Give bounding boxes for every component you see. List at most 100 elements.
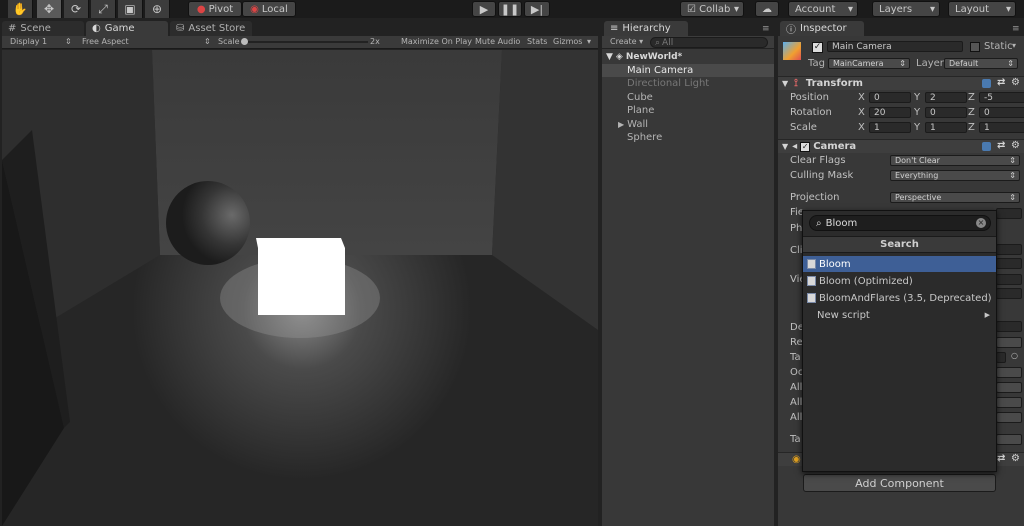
tag-label: Tag <box>808 58 825 69</box>
help-book-icon[interactable] <box>982 79 991 88</box>
dropdown-peek[interactable] <box>996 337 1022 348</box>
clear-flags-dropdown[interactable]: Don't Clear ⇕ <box>890 155 1020 166</box>
chevron-updown-icon: ⇕ <box>65 37 72 46</box>
field-peek[interactable] <box>996 208 1022 219</box>
gear-icon[interactable]: ⚙ <box>1011 140 1020 151</box>
collab-dropdown[interactable]: ☑ Collab ▾ <box>680 1 744 17</box>
transform-x-field[interactable]: 0 <box>869 92 911 103</box>
play-button[interactable]: ▶ <box>472 1 496 17</box>
tab-hierarchy[interactable]: ≡ Hierarchy <box>604 21 688 36</box>
popup-item[interactable]: Bloom <box>803 256 996 272</box>
hierarchy-search-input[interactable]: ⌕ All <box>650 37 768 48</box>
culling-mask-dropdown[interactable]: Everything ⇕ <box>890 170 1020 181</box>
layers-dropdown[interactable]: Layers ▾ <box>872 1 940 17</box>
field-peek[interactable] <box>996 258 1022 269</box>
clear-search-icon[interactable]: × <box>976 218 986 228</box>
transform-z-field[interactable]: 0 <box>979 107 1024 118</box>
field-peek[interactable] <box>996 352 1006 363</box>
display-dropdown[interactable]: Display 1 <box>10 37 47 46</box>
transform-y-field[interactable]: 2 <box>925 92 967 103</box>
add-component-button[interactable]: Add Component <box>803 474 996 492</box>
dropdown-peek[interactable] <box>996 434 1022 445</box>
hierarchy-item-label: Cube <box>627 92 653 103</box>
transform-z-field[interactable]: 1 <box>979 122 1024 133</box>
scene-render <box>2 50 598 526</box>
aspect-dropdown[interactable]: Free Aspect <box>82 37 129 46</box>
create-dropdown[interactable]: Create ▾ <box>610 37 643 46</box>
popup-header-label: Search <box>880 239 919 250</box>
tab-game[interactable]: ◐ Game <box>86 21 168 36</box>
panel-menu-icon[interactable]: ≡ <box>1012 24 1020 34</box>
camera-header[interactable]: ▼ ◂ ✓ Camera ⇄ ⚙ <box>778 139 1024 153</box>
projection-dropdown[interactable]: Perspective ⇕ <box>890 192 1020 203</box>
dropdown-peek[interactable] <box>996 397 1022 408</box>
transform-z-field[interactable]: -5 <box>979 92 1024 103</box>
tab-inspector[interactable]: ⓘ Inspector <box>780 21 864 36</box>
hand-tool-icon[interactable]: ✋ <box>8 0 33 18</box>
preset-icon[interactable]: ⇄ <box>997 140 1005 151</box>
tag-dropdown[interactable]: MainCamera ⇕ <box>828 58 910 69</box>
popup-item[interactable]: Bloom (Optimized) <box>803 273 996 289</box>
transform-x-field[interactable]: 1 <box>869 122 911 133</box>
scene-root[interactable]: ▼ ◈ NewWorld* <box>602 50 774 63</box>
mute-audio-button[interactable]: Mute Audio <box>475 37 520 46</box>
tab-scene[interactable]: # Scene <box>2 21 84 36</box>
move-tool-icon[interactable]: ✥ <box>37 0 62 18</box>
account-dropdown[interactable]: Account ▾ <box>788 1 858 17</box>
transform-y-field[interactable]: 0 <box>925 107 967 118</box>
rotate-tool-icon[interactable]: ⟳ <box>64 0 89 18</box>
target-circle-icon[interactable]: ○ <box>1011 351 1018 360</box>
object-name-field[interactable]: Main Camera <box>827 41 963 52</box>
popup-item-label: Bloom <box>819 258 851 270</box>
static-checkbox[interactable] <box>970 42 980 52</box>
transform-x-field[interactable]: 20 <box>869 107 911 118</box>
hierarchy-item[interactable]: Directional Light <box>602 77 774 90</box>
game-viewport[interactable] <box>2 50 598 526</box>
layout-dropdown[interactable]: Layout ▾ <box>948 1 1016 17</box>
preset-icon[interactable]: ⇄ <box>997 453 1005 464</box>
field-peek[interactable] <box>996 244 1022 255</box>
hierarchy-item[interactable]: Cube <box>602 91 774 104</box>
expand-arrow-icon: ▼ <box>782 142 789 151</box>
new-script-item[interactable]: New script ▶ <box>803 307 996 323</box>
stats-button[interactable]: Stats <box>527 37 547 46</box>
maximize-on-play-button[interactable]: Maximize On Play <box>401 37 472 46</box>
scale-tool-icon[interactable]: ⤢ <box>91 0 116 18</box>
popup-item[interactable]: BloomAndFlares (3.5, Deprecated) <box>803 290 996 306</box>
transform-header[interactable]: ▼ ⟟ Transform ⇄ ⚙ <box>778 76 1024 90</box>
field-peek[interactable] <box>996 321 1022 332</box>
transform-tool-icon[interactable]: ⊕ <box>145 0 170 18</box>
panel-menu-icon[interactable]: ≡ <box>762 24 770 34</box>
expand-arrow-icon: ▼ <box>782 79 789 88</box>
step-button[interactable]: ▶| <box>524 1 550 17</box>
hierarchy-item[interactable]: Plane <box>602 104 774 117</box>
expand-arrow-icon: ▼ <box>606 51 613 62</box>
hierarchy-item[interactable]: Main Camera <box>602 64 774 77</box>
field-peek[interactable] <box>996 274 1022 285</box>
active-checkbox[interactable]: ✓ <box>812 42 823 53</box>
help-book-icon[interactable] <box>982 142 991 151</box>
tab-asset-store[interactable]: ⛁ Asset Store <box>170 21 252 36</box>
gear-icon[interactable]: ⚙ <box>1011 453 1020 464</box>
component-search-input[interactable]: ⌕ Bloom × <box>809 215 991 231</box>
pivot-toggle[interactable]: ● Pivot <box>188 1 242 17</box>
dropdown-peek[interactable] <box>996 367 1022 378</box>
dropdown-peek[interactable] <box>996 382 1022 393</box>
transform-y-field[interactable]: 1 <box>925 122 967 133</box>
preset-icon[interactable]: ⇄ <box>997 77 1005 88</box>
scale-slider-handle[interactable] <box>241 38 248 45</box>
gizmos-dropdown[interactable]: Gizmos <box>553 37 582 46</box>
hierarchy-item[interactable]: ▶ Wall <box>602 118 774 131</box>
hierarchy-item[interactable]: Sphere <box>602 131 774 144</box>
scale-slider[interactable] <box>242 41 368 43</box>
dropdown-peek[interactable] <box>996 412 1022 423</box>
field-peek[interactable] <box>996 288 1022 299</box>
cloud-button[interactable]: ☁ <box>755 1 779 17</box>
gear-icon[interactable]: ⚙ <box>1011 77 1020 88</box>
rect-tool-icon[interactable]: ▣ <box>118 0 143 18</box>
pause-button[interactable]: ❚❚ <box>498 1 522 17</box>
camera-enabled-checkbox[interactable]: ✓ <box>800 141 811 152</box>
local-toggle[interactable]: ◉ Local <box>242 1 296 17</box>
component-search-value: Bloom <box>825 217 858 229</box>
layer-dropdown[interactable]: Default ⇕ <box>944 58 1018 69</box>
